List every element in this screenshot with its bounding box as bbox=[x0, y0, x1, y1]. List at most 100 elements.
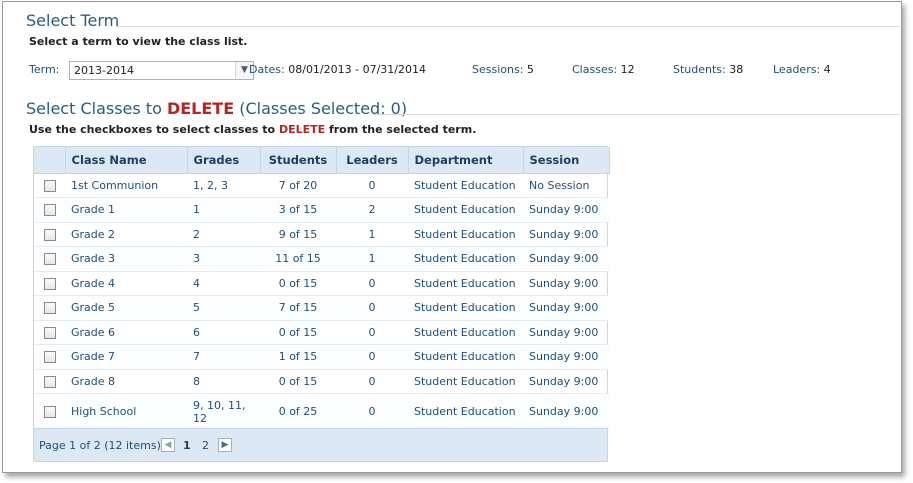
row-checkbox[interactable] bbox=[43, 302, 56, 315]
cell-grades: 4 bbox=[187, 271, 260, 296]
cell-department: Student Education bbox=[408, 369, 523, 394]
term-dropdown[interactable]: 2013-2014 ▼ bbox=[69, 61, 254, 80]
pager-info: Page 1 of 2 (12 items) bbox=[39, 439, 161, 452]
delete-title-keyword: DELETE bbox=[166, 99, 235, 118]
cell-students: 11 of 15 bbox=[260, 246, 336, 272]
table-row: Grade 2 2 9 of 15 1 Student Education Su… bbox=[34, 222, 609, 247]
cell-department: Student Education bbox=[408, 393, 523, 430]
term-dropdown-value: 2013-2014 bbox=[74, 64, 134, 77]
cell-leaders: 0 bbox=[336, 173, 408, 198]
row-checkbox[interactable] bbox=[43, 228, 56, 241]
row-checkbox[interactable] bbox=[43, 253, 56, 266]
cell-session: Sunday 9:00 bbox=[523, 246, 609, 272]
table-row: 1st Communion 1, 2, 3 7 of 20 0 Student … bbox=[34, 173, 609, 198]
table-row: Grade 5 5 7 of 15 0 Student Education Su… bbox=[34, 295, 609, 321]
term-row: Term: 2013-2014 ▼ Dates: 08/01/2013 - 07… bbox=[29, 61, 889, 81]
students-value: 38 bbox=[729, 63, 744, 76]
header-grades[interactable]: Grades bbox=[187, 147, 261, 174]
cell-leaders: 1 bbox=[336, 246, 408, 272]
delete-section-title: Select Classes to DELETE (Classes Select… bbox=[26, 99, 407, 118]
cell-class-name: Grade 8 bbox=[65, 369, 187, 394]
header-leaders[interactable]: Leaders bbox=[336, 147, 409, 174]
cell-students: 7 of 15 bbox=[260, 295, 336, 321]
cell-session: Sunday 9:00 bbox=[523, 393, 609, 430]
row-checkbox[interactable] bbox=[43, 351, 56, 364]
cell-students: 7 of 20 bbox=[260, 173, 336, 198]
cell-class-name: Grade 5 bbox=[65, 295, 187, 321]
table-row: Grade 8 8 0 of 15 0 Student Education Su… bbox=[34, 369, 609, 394]
header-department[interactable]: Department bbox=[408, 147, 524, 174]
students-label: Students: bbox=[673, 63, 726, 76]
cell-class-name: 1st Communion bbox=[65, 173, 187, 198]
cell-session: Sunday 9:00 bbox=[523, 197, 609, 223]
sessions-label: Sessions: bbox=[472, 63, 524, 76]
table-row: Grade 6 6 0 of 15 0 Student Education Su… bbox=[34, 320, 609, 345]
classes-stat: Classes: 12 bbox=[572, 63, 635, 76]
table-row: High School 9, 10, 11, 12 0 of 25 0 Stud… bbox=[34, 393, 609, 430]
header-students[interactable]: Students bbox=[260, 147, 337, 174]
cell-class-name: High School bbox=[65, 393, 187, 430]
chevron-left-icon[interactable]: ◀ bbox=[161, 438, 175, 452]
term-hint: Select a term to view the class list. bbox=[29, 35, 248, 48]
dates-stat: Dates: 08/01/2013 - 07/31/2014 bbox=[249, 63, 426, 76]
cell-grades: 7 bbox=[187, 344, 260, 370]
cell-students: 0 of 15 bbox=[260, 320, 336, 345]
cell-students: 1 of 15 bbox=[260, 344, 336, 370]
cell-leaders: 0 bbox=[336, 320, 408, 345]
cell-students: 3 of 15 bbox=[260, 197, 336, 223]
row-checkbox[interactable] bbox=[43, 179, 56, 192]
page-2-link[interactable]: 2 bbox=[202, 439, 209, 452]
delete-title-suffix: (Classes Selected: 0) bbox=[234, 99, 408, 118]
cell-session: Sunday 9:00 bbox=[523, 295, 609, 321]
table-row: Grade 7 7 1 of 15 0 Student Education Su… bbox=[34, 344, 609, 370]
row-checkbox[interactable] bbox=[43, 204, 56, 217]
cell-session: Sunday 9:00 bbox=[523, 222, 609, 247]
classes-label: Classes: bbox=[572, 63, 618, 76]
cell-class-name: Grade 7 bbox=[65, 344, 187, 370]
delete-hint-suffix: from the selected term. bbox=[325, 123, 477, 136]
delete-section-rule bbox=[373, 114, 900, 115]
row-checkbox[interactable] bbox=[43, 406, 56, 418]
cell-department: Student Education bbox=[408, 173, 523, 198]
cell-session: Sunday 9:00 bbox=[523, 369, 609, 394]
chevron-right-icon[interactable]: ▶ bbox=[218, 438, 232, 452]
cell-leaders: 1 bbox=[336, 222, 408, 247]
cell-students: 0 of 15 bbox=[260, 369, 336, 394]
cell-department: Student Education bbox=[408, 246, 523, 272]
header-class-name[interactable]: Class Name bbox=[65, 147, 188, 174]
row-checkbox[interactable] bbox=[43, 326, 56, 339]
cell-grades: 6 bbox=[187, 320, 260, 345]
term-section-title: Select Term bbox=[26, 11, 120, 30]
leaders-stat: Leaders: 4 bbox=[773, 63, 831, 76]
cell-leaders: 0 bbox=[336, 295, 408, 321]
cell-leaders: 0 bbox=[336, 271, 408, 296]
delete-title-prefix: Select Classes to bbox=[26, 99, 167, 118]
leaders-label: Leaders: bbox=[773, 63, 821, 76]
cell-grades: 3 bbox=[187, 246, 260, 272]
cell-class-name: Grade 6 bbox=[65, 320, 187, 345]
cell-students: 9 of 15 bbox=[260, 222, 336, 247]
table-row: Grade 3 3 11 of 15 1 Student Education S… bbox=[34, 246, 609, 272]
term-label: Term: bbox=[29, 63, 60, 76]
page-1-link[interactable]: 1 bbox=[183, 439, 191, 452]
delete-hint-prefix: Use the checkboxes to select classes to bbox=[29, 123, 279, 136]
students-stat: Students: 38 bbox=[673, 63, 743, 76]
app-frame: Select Term Select a term to view the cl… bbox=[2, 1, 902, 473]
dates-label: Dates: bbox=[249, 63, 285, 76]
cell-session: Sunday 9:00 bbox=[523, 320, 609, 345]
row-checkbox[interactable] bbox=[43, 277, 56, 290]
cell-department: Student Education bbox=[408, 295, 523, 321]
cell-leaders: 0 bbox=[336, 344, 408, 370]
header-select bbox=[34, 147, 66, 174]
sessions-stat: Sessions: 5 bbox=[472, 63, 534, 76]
cell-session: Sunday 9:00 bbox=[523, 344, 609, 370]
cell-students: 0 of 25 bbox=[260, 393, 336, 430]
term-section-rule bbox=[116, 26, 900, 27]
cell-department: Student Education bbox=[408, 320, 523, 345]
row-checkbox[interactable] bbox=[43, 375, 56, 388]
table-row: Grade 4 4 0 of 15 0 Student Education Su… bbox=[34, 271, 609, 296]
cell-department: Student Education bbox=[408, 197, 523, 223]
sessions-value: 5 bbox=[526, 63, 534, 76]
header-session[interactable]: Session bbox=[523, 147, 610, 174]
cell-students: 0 of 15 bbox=[260, 271, 336, 296]
